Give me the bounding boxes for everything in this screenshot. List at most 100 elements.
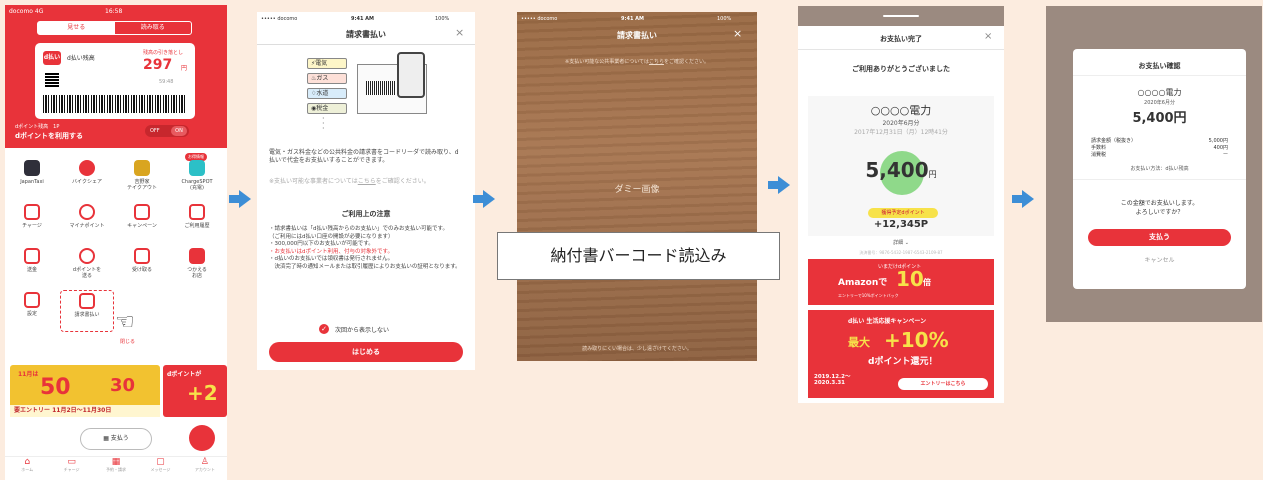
- service-label: バイクシェア: [72, 179, 102, 185]
- notice-line: ・300,000円以下のお支払いが可能です。: [269, 241, 374, 247]
- tab-message[interactable]: ▢ メッセージ: [138, 457, 182, 480]
- start-button[interactable]: はじめる: [269, 342, 463, 362]
- amount-unit: 円: [928, 170, 937, 179]
- service-stores[interactable]: つかえる お店: [170, 248, 224, 290]
- campaign-banner[interactable]: 11月は 50 30 要エントリー 11月2日〜11月30日: [10, 365, 160, 417]
- close-icon[interactable]: ×: [455, 26, 464, 39]
- tag-label: 水道: [316, 90, 329, 97]
- detail-toggle[interactable]: 詳細 ⌄: [798, 239, 1004, 246]
- service-label: dポイントを 送る: [72, 267, 102, 279]
- tab-reserve[interactable]: ▦ 予約・請求: [94, 457, 138, 480]
- account-icon: ♙: [200, 457, 209, 467]
- pay-button[interactable]: ▦ 支払う: [80, 428, 152, 450]
- dpoint-toggle[interactable]: OFF ON: [145, 125, 189, 137]
- service-label: 受け取る: [131, 267, 152, 273]
- campaign-promo-banner[interactable]: d払い 生活応援キャンペーン 最大 +10% dポイント還元！ 2019.12.…: [808, 310, 994, 398]
- service-bill-payment[interactable]: 請求書払い: [60, 290, 114, 332]
- barcode: [43, 95, 187, 113]
- home-icon: ⌂: [24, 457, 31, 467]
- floating-action-button[interactable]: [189, 425, 215, 451]
- close-icon[interactable]: ×: [984, 31, 992, 42]
- chargespot-icon: [189, 160, 205, 176]
- service-send-dpoint[interactable]: dポイントを 送る: [60, 248, 114, 290]
- status-battery: 100%: [717, 16, 732, 22]
- page-title: 請求書払い: [617, 31, 657, 40]
- message-icon: ▢: [156, 457, 165, 467]
- tab-home[interactable]: ⌂ ホーム: [5, 457, 49, 480]
- period: 2020年6月分: [882, 120, 920, 127]
- modal-backdrop: [798, 6, 1004, 26]
- service-history[interactable]: ご利用履歴: [170, 204, 224, 246]
- qr-code-icon: [45, 73, 59, 87]
- seg-show[interactable]: 見せる: [38, 22, 115, 34]
- service-charge[interactable]: チャージ: [5, 204, 59, 246]
- pay-button-label: 支払う: [110, 435, 129, 442]
- dpoint-icon: [79, 248, 95, 264]
- chevron-down-icon: ⌄: [904, 240, 909, 246]
- balance-label: 残高の引き落とし: [143, 50, 184, 56]
- home-header: docomo 4G 16:58 見せる 読み取る d払い d払い残高 残高の引き…: [5, 5, 227, 148]
- dummy-image-label: ダミー画像: [614, 185, 660, 195]
- receipt-card: ○○○○電力 2020年6月分 2017年12月31日（月）12時41分 5,4…: [808, 96, 994, 236]
- status-carrier: ••••• docomo: [261, 16, 298, 22]
- banner-right-big: +2: [187, 381, 218, 405]
- promo2-entry-button[interactable]: エントリーはこちら: [898, 378, 988, 390]
- history-icon: [189, 204, 205, 220]
- scan-callout: 納付書バーコード読込み: [497, 232, 780, 280]
- service-bikeshare[interactable]: バイクシェア: [60, 160, 114, 202]
- seg-read[interactable]: 読み取る: [115, 22, 192, 34]
- wallet-icon: ▭: [67, 457, 76, 467]
- service-receive[interactable]: 受け取る: [115, 248, 169, 290]
- store-icon: [189, 248, 205, 264]
- status-time: 16:58: [105, 8, 123, 15]
- promo2-big-prefix: 最大: [848, 336, 870, 349]
- pay-button[interactable]: 支払う: [1088, 229, 1231, 246]
- taxi-icon: [24, 160, 40, 176]
- notice-title: ご利用上の注意: [341, 210, 391, 218]
- settings-icon: [24, 292, 40, 308]
- checkbox-icon[interactable]: ✓: [319, 324, 329, 334]
- service-label: 吉野家 テイクアウト: [127, 179, 157, 191]
- notice-line: 決済完了時の通知メールまたは取引履歴によりお支払いの証明となります。: [269, 263, 461, 270]
- grabber: [883, 15, 919, 17]
- more-dots: · · ·: [322, 114, 325, 133]
- thanks-message: ご利用ありがとうございました: [852, 65, 950, 73]
- balance-value: 297: [143, 57, 173, 73]
- bike-icon: [79, 160, 95, 176]
- service-settings[interactable]: 設定: [5, 292, 59, 334]
- status-time: 9:41 AM: [351, 16, 375, 22]
- status-battery: 100%: [435, 16, 450, 22]
- qr-icon: ▦: [103, 435, 111, 442]
- close-link[interactable]: 閉じる: [120, 338, 135, 345]
- tab-charge[interactable]: ▭ チャージ: [49, 457, 93, 480]
- service-send[interactable]: 送金: [5, 248, 59, 290]
- divider: [257, 44, 475, 45]
- tab-account[interactable]: ♙ アカウント: [183, 457, 227, 480]
- tab-label: アカウント: [194, 467, 215, 472]
- service-campaign[interactable]: キャンペーン: [115, 204, 169, 246]
- payment-card[interactable]: d払い d払い残高 残高の引き落とし 297 円 59:48: [35, 43, 195, 119]
- promo1-big: 10: [896, 267, 924, 291]
- service-mynapoint[interactable]: マイナポイント: [60, 204, 114, 246]
- amazon-promo-banner[interactable]: いまだけdポイント Amazonで 10 倍 エントリーで10%ポイントバック: [808, 259, 994, 305]
- service-label: ご利用履歴: [184, 223, 210, 229]
- charge-icon: [24, 204, 40, 220]
- tag-label: 税金: [316, 105, 329, 112]
- banner-right-text: dポイントが: [167, 371, 202, 378]
- show-read-toggle[interactable]: 見せる 読み取る: [37, 21, 192, 35]
- dbarai-logo: d払い: [43, 51, 61, 65]
- note-link[interactable]: こちら: [358, 178, 376, 185]
- service-yoshinoya[interactable]: 吉野家 テイクアウト: [115, 160, 169, 202]
- yoshinoya-icon: [134, 160, 150, 176]
- dpoint-banner[interactable]: dポイントが +2: [163, 365, 227, 417]
- close-icon[interactable]: ×: [733, 27, 742, 40]
- promo2-dates: 2019.12.2〜 2020.3.31: [814, 374, 851, 386]
- pointing-hand-icon: ☜: [115, 310, 135, 335]
- status-carrier: docomo 4G: [9, 8, 44, 15]
- status-carrier: ••••• docomo: [521, 16, 558, 22]
- service-chargespot[interactable]: ChargeSPOT (充電): [170, 160, 224, 202]
- note-link[interactable]: こちら: [649, 59, 664, 65]
- tab-label: ホーム: [21, 467, 34, 472]
- cancel-button[interactable]: キャンセル: [1073, 255, 1246, 264]
- service-japantaxi[interactable]: JapanTaxi: [5, 160, 59, 202]
